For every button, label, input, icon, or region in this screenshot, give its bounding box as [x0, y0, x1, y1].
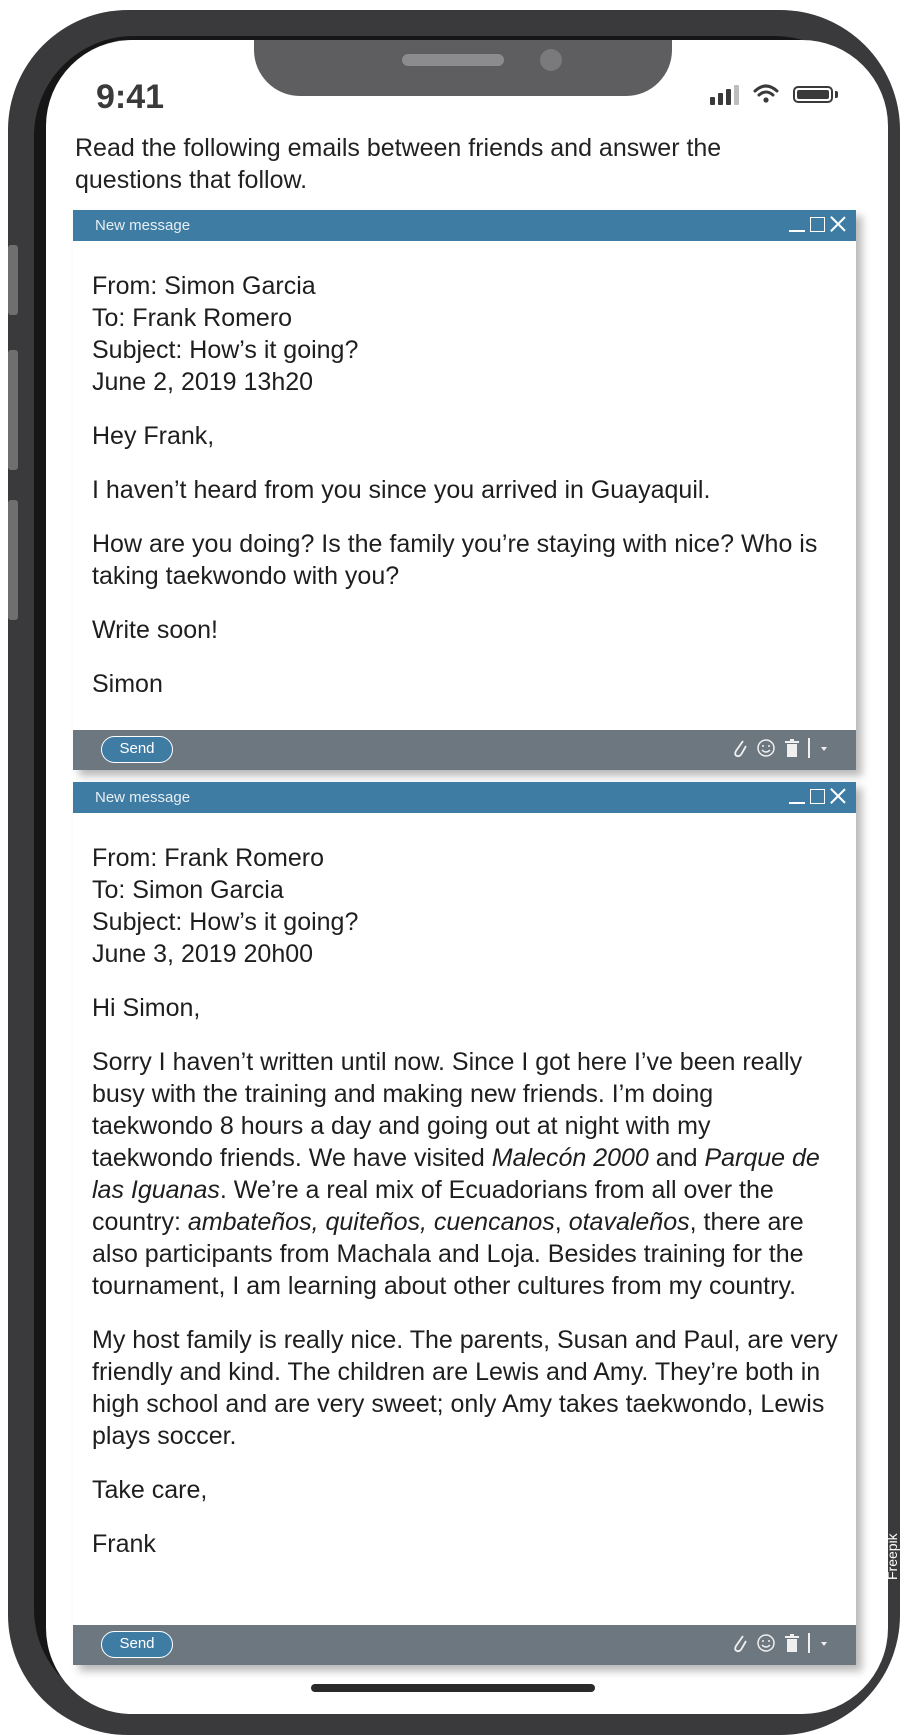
status-icons: [710, 80, 838, 108]
email-paragraph: My host family is really nice. The paren…: [92, 1326, 838, 1450]
battery-tip: [835, 90, 838, 98]
demonym: otavaleños: [568, 1208, 690, 1236]
email-signature: Simon: [92, 670, 163, 698]
window-title: New message: [95, 789, 191, 806]
signal-icon: [710, 83, 739, 105]
maximize-icon[interactable]: [810, 216, 825, 232]
phone-volume-down-button: [8, 500, 18, 620]
phone-side-button: [8, 245, 18, 315]
window-controls: [789, 788, 846, 804]
email-window-header: New message: [73, 210, 856, 241]
close-icon[interactable]: [830, 216, 846, 232]
status-time: 9:41: [96, 78, 165, 116]
dropdown-caret-icon[interactable]: [818, 1638, 830, 1648]
send-button[interactable]: Send: [101, 736, 173, 763]
email-window-2: New message From: Frank Romero To: Simon…: [73, 782, 856, 1665]
home-indicator[interactable]: [311, 1684, 595, 1692]
email-from: From: Frank Romero: [92, 844, 324, 872]
window-title: New message: [95, 217, 191, 234]
trash-icon[interactable]: [784, 1633, 800, 1653]
footer-separator: [808, 738, 810, 758]
image-credit: Freepik: [884, 1533, 900, 1580]
emoji-icon[interactable]: [756, 738, 776, 758]
footer-separator: [808, 1633, 810, 1653]
close-icon[interactable]: [830, 788, 846, 804]
minimize-icon[interactable]: [789, 216, 805, 232]
email-footer: Send: [73, 730, 856, 770]
trash-icon[interactable]: [784, 738, 800, 758]
email-date: June 2, 2019 13h20: [92, 368, 314, 396]
email-closing: Write soon!: [92, 616, 218, 644]
text-run: and: [648, 1144, 705, 1172]
email-paragraph: How are you doing? Is the family you’re …: [92, 530, 818, 590]
maximize-icon[interactable]: [810, 788, 825, 804]
front-camera: [540, 49, 562, 71]
email-meta: From: Frank Romero To: Simon Garcia Subj…: [92, 842, 838, 970]
phone-screen: 9:41 Read the following emails between f…: [46, 40, 888, 1714]
email-subject: Subject: How’s it going?: [92, 908, 359, 936]
text-run: ,: [554, 1208, 569, 1236]
send-button[interactable]: Send: [101, 1631, 173, 1658]
notch: [254, 40, 672, 96]
phone-volume-up-button: [8, 350, 18, 470]
email-subject: Subject: How’s it going?: [92, 336, 359, 364]
email-signature: Frank: [92, 1530, 156, 1558]
place-name: Malecón 2000: [491, 1144, 649, 1172]
footer-icons: [732, 738, 830, 758]
emoji-icon[interactable]: [756, 1633, 776, 1653]
email-to: To: Frank Romero: [92, 304, 293, 332]
email-date: June 3, 2019 20h00: [92, 940, 314, 968]
email-meta: From: Simon Garcia To: Frank Romero Subj…: [92, 270, 838, 398]
email-closing: Take care,: [92, 1476, 208, 1504]
email-body: From: Frank Romero To: Simon Garcia Subj…: [73, 813, 856, 1560]
email-paragraph: Sorry I haven’t written until now. Since…: [92, 1046, 838, 1302]
email-body: From: Simon Garcia To: Frank Romero Subj…: [73, 241, 856, 700]
attachment-icon[interactable]: [732, 1633, 748, 1653]
footer-icons: [732, 1633, 830, 1653]
wifi-icon: [753, 84, 779, 103]
speaker-grille: [402, 54, 504, 66]
battery-icon: [793, 85, 833, 103]
instructions-text: Read the following emails between friend…: [75, 134, 722, 194]
email-to: To: Simon Garcia: [92, 876, 284, 904]
minimize-icon[interactable]: [789, 788, 805, 804]
attachment-icon[interactable]: [732, 738, 748, 758]
email-greeting: Hi Simon,: [92, 994, 201, 1022]
email-paragraph: I haven’t heard from you since you arriv…: [92, 476, 711, 504]
demonym-list: ambateños, quiteños, cuencanos: [187, 1208, 555, 1236]
email-window-header: New message: [73, 782, 856, 813]
email-from: From: Simon Garcia: [92, 272, 316, 300]
email-greeting: Hey Frank,: [92, 422, 215, 450]
email-window-1: New message From: Simon Garcia To: Frank…: [73, 210, 856, 770]
dropdown-caret-icon[interactable]: [818, 743, 830, 753]
window-controls: [789, 216, 846, 232]
email-footer: Send: [73, 1625, 856, 1665]
